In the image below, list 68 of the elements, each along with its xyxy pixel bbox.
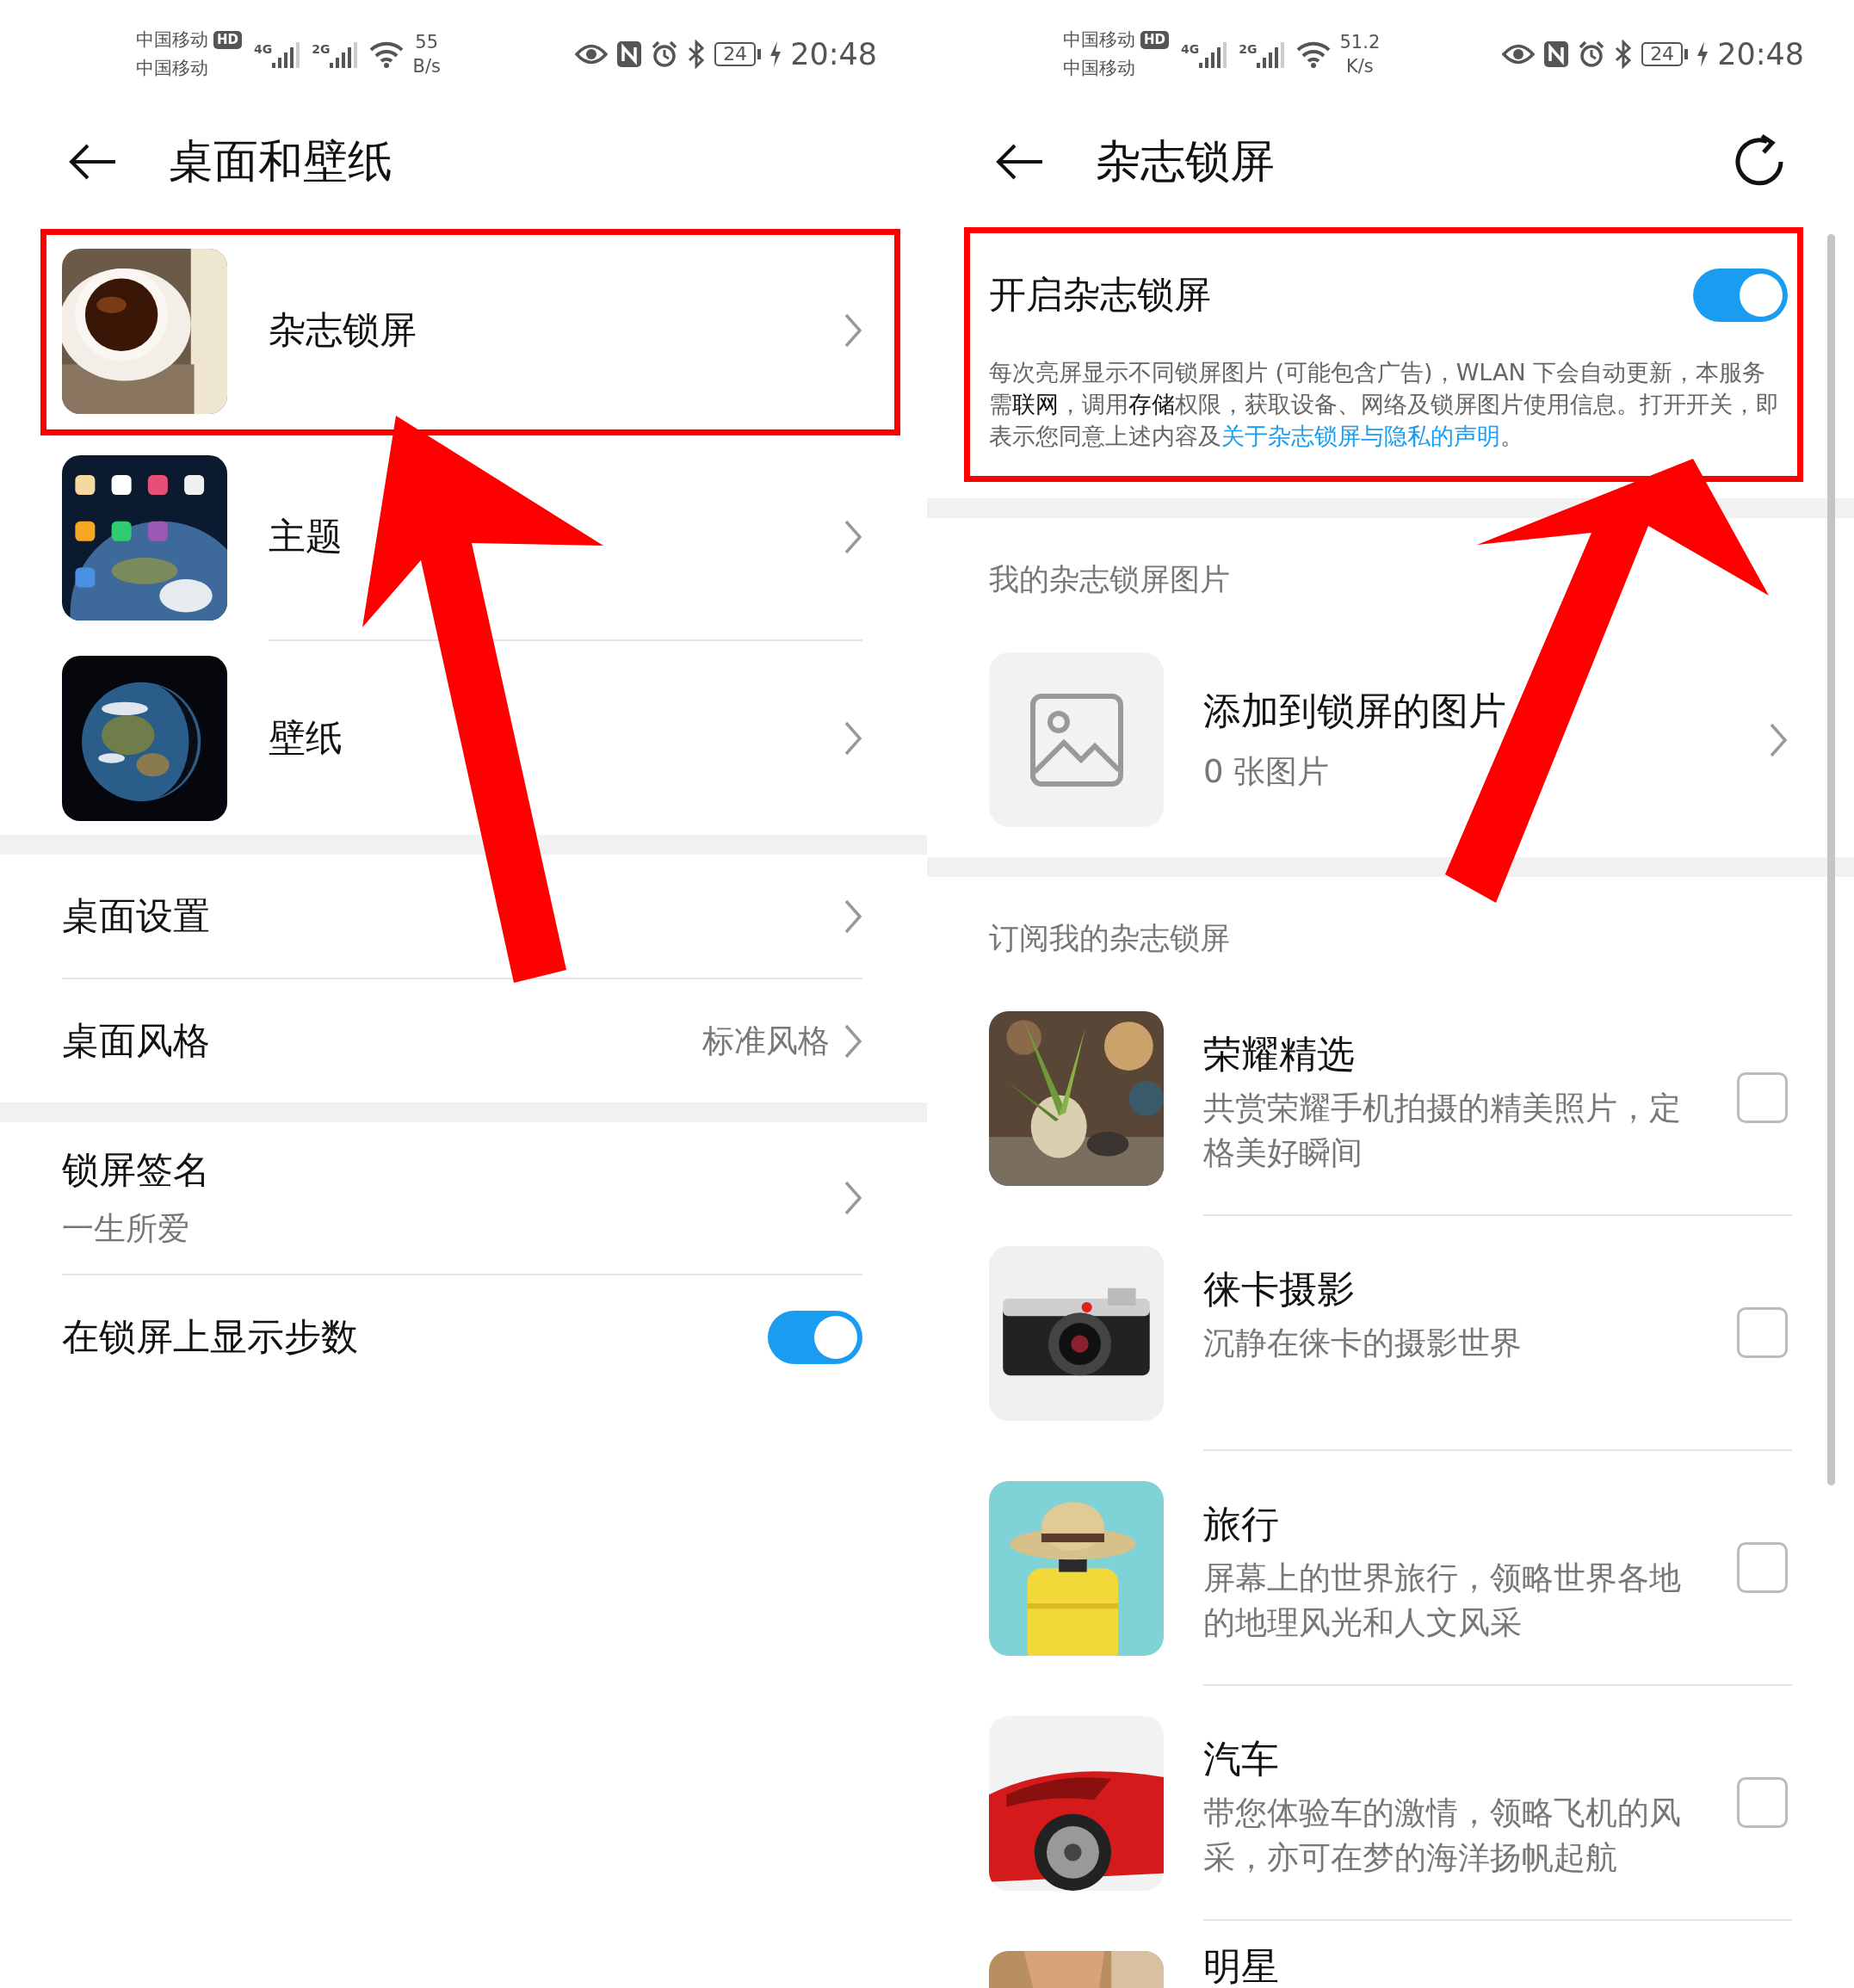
nfc-icon <box>1543 40 1570 68</box>
speed-unit: B/s <box>412 54 441 78</box>
item-label[interactable]: 主题 <box>269 512 844 562</box>
chevron-right-icon <box>1769 721 1788 758</box>
item-count: 0 张图片 <box>1203 752 1330 792</box>
setting-label[interactable]: 锁屏签名 <box>62 1145 844 1195</box>
back-arrow-icon[interactable] <box>69 142 117 181</box>
speed-value: 51.2 <box>1339 30 1381 54</box>
battery-indicator: 24 <box>1641 41 1689 66</box>
network-type-label: 2G <box>312 41 331 56</box>
bluetooth-icon <box>687 39 707 69</box>
setting-label[interactable]: 桌面设置 <box>62 891 844 942</box>
item-description: 沉静在徕卡的摄影世界 <box>1203 1324 1523 1363</box>
charging-icon <box>769 40 782 67</box>
back-arrow-icon[interactable] <box>996 142 1044 181</box>
battery-indicator: 24 <box>714 41 762 66</box>
network-type-label: 4G <box>254 41 273 56</box>
checkbox[interactable] <box>1737 1307 1788 1358</box>
speed-value: 55 <box>415 30 439 54</box>
item-title: 徕卡摄影 <box>1203 1268 1356 1311</box>
setting-label[interactable]: 在锁屏上显示步数 <box>62 1312 768 1362</box>
section-heading: 我的杂志锁屏图片 <box>988 561 1231 598</box>
item-label[interactable]: 杂志锁屏 <box>269 306 844 355</box>
alarm-icon <box>1578 40 1606 68</box>
carrier-label: 中国移动 <box>1063 56 1135 80</box>
item-title: 明星 <box>1203 1945 1280 1988</box>
chevron-right-icon <box>844 898 862 935</box>
item-description: 屏幕上的世界旅行，领略世界各地的地理风光和人文风采 <box>1203 1559 1682 1643</box>
clock-time: 20:48 <box>1717 36 1804 71</box>
network-type-label: 4G <box>1181 41 1200 56</box>
chevron-right-icon <box>844 719 862 756</box>
description-text: 每次亮屏显示不同锁屏图片 (可能包含广告)，WLAN 下会自动更新，本服务需联网，调用存储权限，获取设备、网络及锁屏图片使用信息。打开开关，即表示您同意上述内容及关于杂志锁屏与隐私的声明。 <box>989 358 1780 451</box>
checkbox[interactable] <box>1737 1072 1788 1123</box>
hd-badge: HD <box>1140 30 1169 49</box>
carrier-label: 中国移动 <box>136 56 208 80</box>
network-type-label: 2G <box>1239 41 1258 56</box>
scrollbar[interactable] <box>1827 234 1835 1485</box>
page-title: 杂志锁屏 <box>1096 133 1276 188</box>
setting-label[interactable]: 桌面风格 <box>62 1016 702 1066</box>
alarm-icon <box>651 40 679 68</box>
nfc-icon <box>616 40 643 68</box>
item-label[interactable]: 壁纸 <box>269 713 844 763</box>
eye-icon <box>1502 42 1536 65</box>
setting-value: 一生所爱 <box>62 1209 190 1249</box>
hd-badge: HD <box>213 30 242 49</box>
item-title: 汽车 <box>1203 1738 1280 1781</box>
chevron-right-icon <box>844 312 862 349</box>
eye-icon <box>575 42 609 65</box>
bluetooth-icon <box>1614 39 1634 69</box>
carrier-label: 中国移动 <box>136 28 208 52</box>
chevron-right-icon <box>844 1022 862 1059</box>
item-title[interactable]: 添加到锁屏的图片 <box>1203 686 1506 737</box>
clock-time: 20:48 <box>790 36 877 71</box>
charging-icon <box>1696 40 1709 67</box>
chevron-right-icon <box>844 1180 862 1216</box>
section-heading: 订阅我的杂志锁屏 <box>988 920 1231 957</box>
checkbox[interactable] <box>1737 1542 1788 1593</box>
setting-value: 标准风格 <box>702 1021 830 1061</box>
carrier-label: 中国移动 <box>1063 28 1135 52</box>
page-title: 桌面和壁纸 <box>169 133 393 188</box>
chevron-right-icon <box>844 519 862 555</box>
checkbox[interactable] <box>1737 1777 1788 1828</box>
item-description: 共赏荣耀手机拍摄的精美照片，定格美好瞬间 <box>1203 1089 1682 1173</box>
item-title: 荣耀精选 <box>1203 1033 1356 1076</box>
item-description: 带您体验车的激情，领略飞机的风采，亦可在梦的海洋扬帆起航 <box>1203 1794 1682 1878</box>
item-title: 旅行 <box>1203 1503 1280 1546</box>
speed-unit: K/s <box>1345 54 1374 78</box>
setting-label: 开启杂志锁屏 <box>989 272 1212 318</box>
